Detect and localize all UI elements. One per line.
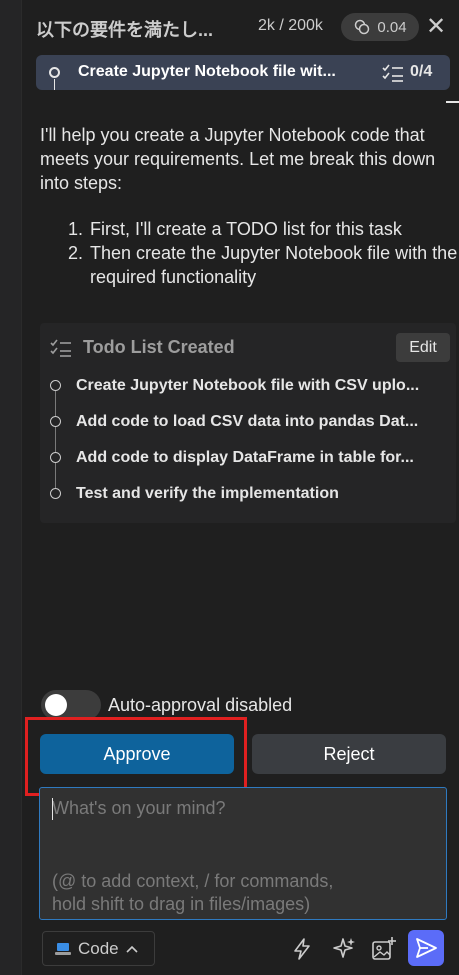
token-usage: 2k / 200k: [258, 17, 323, 34]
add-image-icon[interactable]: [368, 933, 400, 965]
todo-item-text: Test and verify the implementation: [76, 485, 339, 502]
auto-approval-toggle[interactable]: [41, 690, 101, 720]
auto-approval-label: Auto-approval disabled: [108, 695, 293, 715]
chat-panel: 以下の要件を満たし... 2k / 200k 0.04 ✕ Create Jup…: [22, 0, 459, 975]
todo-item-text: Create Jupyter Notebook file with CSV up…: [76, 377, 420, 394]
coins-icon: [355, 19, 370, 35]
step-text: First, I'll create a TODO list for this …: [90, 219, 402, 239]
todo-pending-circle-icon: [50, 416, 61, 427]
approve-button[interactable]: Approve: [40, 734, 234, 774]
mode-label: Code: [78, 938, 119, 958]
step-list: 1. First, I'll create a TODO list for th…: [68, 217, 458, 289]
todo-pending-circle-icon: [50, 380, 61, 391]
mode-selector[interactable]: Code: [42, 931, 155, 966]
todo-item: Create Jupyter Notebook file with CSV up…: [50, 375, 450, 399]
activity-edge: [0, 0, 22, 975]
todo-status-circle-icon: [49, 67, 60, 78]
laptop-icon: [55, 942, 71, 955]
todo-item-text: Add code to load CSV data into pandas Da…: [76, 413, 419, 430]
input-hint: (@ to add context, / for commands, hold …: [52, 870, 432, 916]
current-todo-label: Create Jupyter Notebook file wit...: [78, 63, 336, 80]
todo-list-card: Todo List Created Edit Create Jupyter No…: [40, 323, 456, 523]
step-number: 2.: [68, 243, 84, 263]
todo-pending-circle-icon: [50, 452, 61, 463]
todo-item: Add code to display DataFrame in table f…: [50, 447, 450, 471]
task-title[interactable]: 以下の要件を満たし...: [36, 16, 258, 42]
todo-card-title: Todo List Created: [83, 337, 235, 357]
todo-status-line: [54, 79, 55, 90]
input-hint-line: (@ to add context, / for commands,: [52, 871, 334, 891]
list-item: 1. First, I'll create a TODO list for th…: [68, 217, 458, 241]
chevron-up-icon: [126, 945, 138, 953]
cost-badge: 0.04: [341, 13, 419, 41]
input-hint-line: hold shift to drag in files/images): [52, 894, 311, 914]
todo-item: Test and verify the implementation: [50, 483, 450, 507]
reject-button[interactable]: Reject: [252, 734, 446, 774]
checklist-icon: [50, 339, 71, 357]
close-icon[interactable]: ✕: [425, 14, 447, 40]
list-item: 2. Then create the Jupyter Notebook file…: [68, 241, 458, 289]
todo-item-text: Add code to display DataFrame in table f…: [76, 449, 414, 466]
todo-pending-circle-icon: [50, 488, 61, 499]
todo-timeline: [55, 391, 56, 498]
current-todo-bar[interactable]: Create Jupyter Notebook file wit... 0/4: [36, 55, 450, 90]
edit-todo-button[interactable]: Edit: [396, 333, 450, 362]
scroll-indicator: [446, 101, 459, 103]
step-number: 1.: [68, 219, 84, 239]
toggle-knob: [45, 694, 67, 716]
send-button[interactable]: [408, 930, 444, 966]
todo-item: Add code to load CSV data into pandas Da…: [50, 411, 450, 435]
send-icon: [416, 938, 437, 958]
checklist-icon: [382, 64, 403, 82]
todo-progress-count: 0/4: [410, 63, 433, 80]
sparkle-icon[interactable]: [328, 933, 360, 965]
cost-value: 0.04: [377, 18, 407, 36]
text-caret: [52, 798, 53, 820]
lightning-icon[interactable]: [286, 933, 318, 965]
step-text: Then create the Jupyter Notebook file wi…: [90, 243, 458, 287]
assistant-message: I'll help you create a Jupyter Notebook …: [40, 125, 436, 193]
task-header: 以下の要件を満たし... 2k / 200k 0.04 ✕: [22, 0, 459, 56]
